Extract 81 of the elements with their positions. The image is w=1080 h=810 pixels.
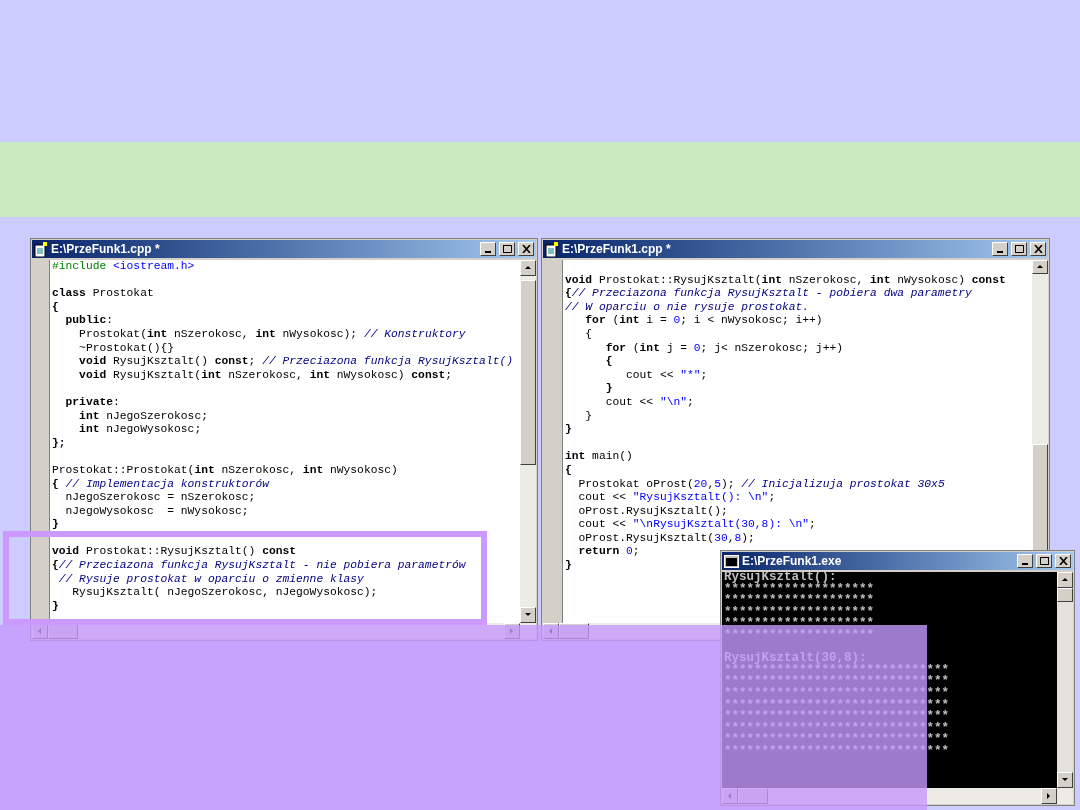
close-icon [521,245,531,253]
code-line: { [584,327,593,342]
document-icon [545,241,559,257]
maximize-icon [502,245,512,253]
minimize-button[interactable] [480,242,496,256]
code-line: oProst.RysujKsztalt(); [577,504,728,519]
code-line: public: [64,314,113,328]
code-line: } [52,599,59,614]
code-line: } [584,409,593,424]
minimize-button[interactable] [992,242,1008,256]
code-line: {// Przeciazona funkcja RysujKsztalt - pobiera dwa parametry [565,287,972,301]
close-button[interactable] [518,242,534,256]
code-line: int main() [565,450,633,464]
code-line: for (int j = 0; j< nSzerokosc; j++) [604,341,843,356]
console-line: ****************************** [724,711,950,723]
console-line: ****************************** [724,687,950,700]
console-line: ****************************** [724,676,950,688]
code-line: Prostokat oProst(20,5); // Inicjalizuja prostokat 30x5 [577,477,945,492]
code-line: { [52,300,59,315]
code-line: cout << "*"; [625,368,708,383]
code-line: class Prostokat [52,287,154,301]
code-line: oProst.RysujKsztalt(30,8); [577,531,755,546]
scroll-down-icon [1061,776,1069,784]
scroll-right-icon [1045,792,1053,800]
maximize-icon [1014,245,1024,253]
vertical-scrollbar[interactable] [520,260,536,623]
code-line: void RysujKsztalt(int nSzerokosc, int nWysokosc) const; [78,368,453,383]
code-line: { [565,463,572,478]
code-line: {// Przeciazona funkcja RysujKsztalt - nie pobiera parametrów [52,559,466,573]
code-line: nJegoSzerokosc = nSzerokosc; [64,491,256,505]
code-line: Prostokat::Prostokat(int nSzerokosc, int nWysokosc) [52,463,398,478]
scrollbar-thumb[interactable] [1057,588,1073,602]
code-line: // Rysuje prostokat w oparciu o zmienne klasy [57,572,364,587]
code-line: } [565,423,572,437]
vertical-scrollbar[interactable] [1057,572,1073,788]
code-line: private: [64,395,120,410]
close-icon [1033,245,1043,253]
maximize-button[interactable] [1011,242,1027,256]
code-line: void Prostokat::RysujKsztalt(int nSzerokosc, int nWysokosc) const [565,273,1006,288]
maximize-button[interactable] [499,242,515,256]
code-line: void RysujKsztalt() const; // Przeciazona funkcja RysujKsztalt() [78,355,513,369]
scroll-down-icon [524,611,532,619]
code-line: }; [52,436,66,451]
console-line: ******************** [724,618,875,630]
maximize-button[interactable] [1036,554,1052,568]
code-line: cout << "RysujKsztalt(): \n"; [577,491,776,505]
code-line: } [604,382,613,396]
code-line: void Prostokat::RysujKsztalt() const [52,545,297,560]
code-line: #include <iostream.h> [52,260,195,274]
window-title: E:\PrzeFunk1.cpp * [51,243,161,255]
close-icon [1058,557,1068,565]
scrollbar-thumb[interactable] [520,280,536,465]
window-title: E:\PrzeFunk1.exe [742,555,843,567]
minimize-button[interactable] [1017,554,1033,568]
code-line: cout << "\nRysujKsztalt(30,8): \n"; [577,518,816,532]
code-line: for (int i = 0; i < nWysokosc; i++) [584,314,823,328]
code-line: } [52,518,59,532]
console-line: ****************************** [724,734,950,746]
code-line: int nJegoSzerokosc; [78,409,208,424]
console-line: ******************** [724,595,875,607]
console-line: ****************************** [724,745,950,758]
console-line: ******************** [724,629,875,642]
close-button[interactable] [1055,554,1071,568]
code-line: { [604,355,613,369]
code-line: cout << "\n"; [604,395,694,410]
code-line: { // Implementacja konstruktorów [52,477,269,492]
scroll-up-icon [1061,576,1069,584]
code-line: return 0; [577,545,640,560]
console-icon [724,554,739,568]
code-line: } [565,559,572,573]
code-line: Prostokat(int nSzerokosc, int nWysokosc); // Konstruktory [78,327,466,342]
code-line: RysujKsztalt( nJegoSzerokosc, nJegoWysokosc); [71,586,378,600]
close-button[interactable] [1030,242,1046,256]
maximize-icon [1039,557,1049,565]
scroll-up-icon [524,264,532,272]
document-icon [34,241,48,257]
code-line: // W oparciu o nie rysuje prostokat. [565,300,810,315]
code-line: int nJegoWysokosc; [78,423,202,437]
code-line: ~Prostokat(){} [78,341,175,356]
window-title: E:\PrzeFunk1.cpp * [562,243,672,255]
code-line: nJegoWysokosc = nWysokosc; [64,504,249,519]
